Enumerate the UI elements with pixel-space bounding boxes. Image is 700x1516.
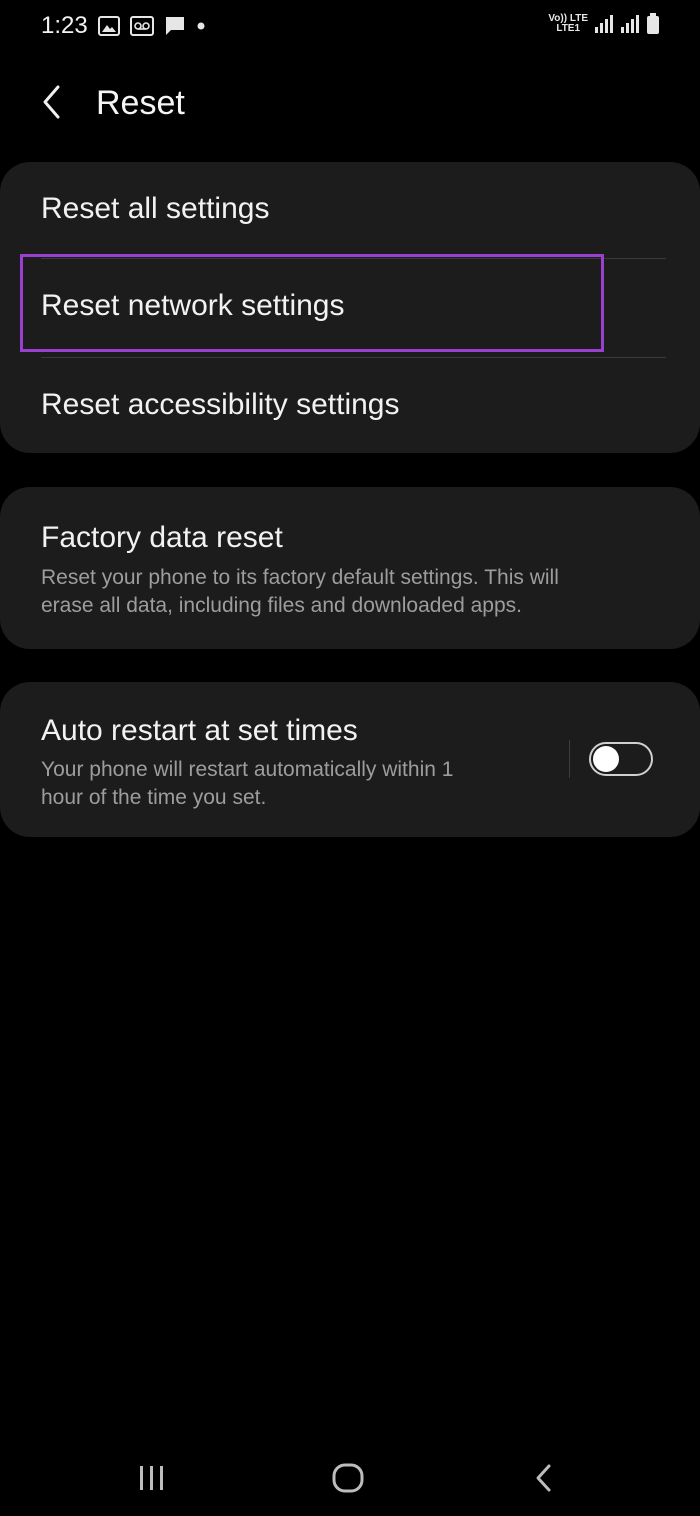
auto-restart-title: Auto restart at set times (41, 714, 358, 747)
nav-back-button[interactable] (514, 1454, 574, 1502)
factory-data-reset-item[interactable]: Factory data reset Reset your phone to i… (0, 487, 700, 649)
auto-restart-description-line2: hour of the time you set. (41, 786, 267, 809)
reset-accessibility-settings-item[interactable]: Reset accessibility settings (0, 358, 700, 453)
reset-all-settings-label: Reset all settings (41, 192, 270, 225)
page-title: Reset (96, 84, 185, 122)
notification-icons (98, 15, 206, 37)
network-type: Vo)) LTE LTE1 (548, 14, 588, 34)
auto-restart-description-line1: Your phone will restart automatically wi… (41, 758, 454, 781)
app-header: Reset (0, 70, 700, 136)
recents-button[interactable] (122, 1454, 182, 1502)
gallery-icon (98, 16, 120, 36)
home-button[interactable] (318, 1454, 378, 1502)
navigation-bar (0, 1440, 700, 1516)
message-icon (166, 17, 184, 35)
factory-data-reset-title: Factory data reset (41, 521, 283, 554)
status-right: Vo)) LTE LTE1 (548, 13, 660, 35)
factory-data-reset-description-line1: Reset your phone to its factory default … (41, 566, 559, 589)
highlight-box (20, 254, 604, 352)
signal-sim2-icon (621, 15, 639, 33)
home-icon (332, 1463, 364, 1493)
status-bar: 1:23 Vo)) LTE LTE1 (0, 0, 700, 56)
auto-restart-toggle[interactable] (589, 742, 653, 776)
back-button[interactable] (30, 80, 74, 124)
auto-restart-item[interactable]: Auto restart at set times Your phone wil… (0, 682, 560, 837)
reset-all-settings-item[interactable]: Reset all settings (0, 162, 700, 258)
chevron-left-icon (43, 85, 60, 119)
network-label-bottom: LTE1 (556, 23, 581, 34)
signal-sim1-icon (595, 15, 613, 33)
nav-back-icon (536, 1464, 551, 1492)
recents-icon (140, 1466, 163, 1490)
vertical-separator (569, 740, 570, 778)
auto-restart-card: Auto restart at set times Your phone wil… (0, 682, 700, 837)
more-notifications-icon (197, 22, 205, 30)
factory-data-reset-description-line2: erase all data, including files and down… (41, 594, 523, 617)
reset-accessibility-settings-label: Reset accessibility settings (41, 388, 400, 421)
voicemail-icon (130, 16, 154, 36)
reset-options-card: Reset all settings Reset network setting… (0, 162, 700, 453)
toggle-knob (593, 746, 619, 772)
battery-icon (647, 13, 659, 34)
status-time: 1:23 (41, 12, 88, 39)
